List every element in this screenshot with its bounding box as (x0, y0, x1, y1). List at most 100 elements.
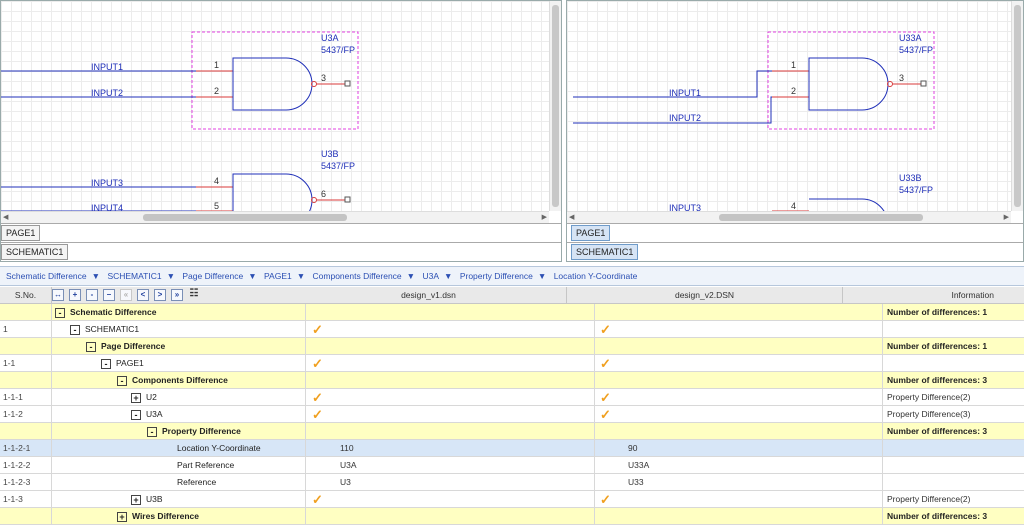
pin-number-4: 4 (791, 201, 796, 211)
value-v1 (340, 508, 580, 524)
breadcrumb-item[interactable]: PAGE1 (264, 271, 292, 281)
column-divider (51, 389, 52, 405)
expand-icon[interactable]: + (131, 393, 141, 403)
tab-schematic1[interactable]: SCHEMATIC1 (1, 244, 69, 260)
header-design-v1[interactable]: design_v1.dsn (291, 287, 567, 304)
next-difference-button[interactable]: > (154, 289, 166, 301)
value-v1 (340, 304, 580, 320)
right-schematic-canvas[interactable]: U33A 5437/FP INPUT1 INPUT2 INPUT3 1 2 3 … (567, 1, 1023, 211)
match-check-icon: ✓ (312, 407, 323, 422)
row-sno (3, 338, 51, 354)
table-row[interactable]: 1-1-1 + U2 ✓ ✓ Property Difference(2) (0, 389, 1024, 406)
row-sno: 1-1-1 (3, 392, 23, 402)
collapse-icon[interactable]: - (117, 376, 127, 386)
column-divider (51, 423, 52, 439)
column-divider (882, 406, 883, 422)
match-check-icon: ✓ (600, 492, 611, 507)
collapse-icon[interactable]: - (147, 427, 157, 437)
breadcrumb-item[interactable]: SCHEMATIC1 (107, 271, 161, 281)
and-gate-u3b-icon (232, 173, 313, 211)
collapse-icon[interactable]: - (70, 325, 80, 335)
header-sno[interactable]: S.No. (0, 287, 52, 304)
collapse-icon[interactable]: - (86, 342, 96, 352)
left-horizontal-scrollbar[interactable]: ◀ ▶ (1, 211, 549, 223)
right-vertical-scrollbar[interactable] (1011, 1, 1023, 211)
collapse-button[interactable]: - (86, 289, 98, 301)
table-row[interactable]: 1-1-2-2 Part Reference U3A U33A (0, 457, 1024, 474)
column-divider (594, 508, 595, 524)
row-name-cell: - Components Difference (117, 372, 228, 388)
right-schematic-tab-row: SCHEMATIC1 (567, 242, 1023, 261)
column-divider (51, 372, 52, 388)
column-divider (305, 406, 306, 422)
match-check-icon: ✓ (312, 322, 323, 337)
filter-icon[interactable]: ☷ (188, 289, 200, 301)
row-name-cell: - PAGE1 (101, 355, 144, 371)
table-row[interactable]: 1-1 - PAGE1 ✓ ✓ (0, 355, 1024, 372)
table-row[interactable]: 1-1-2-3 Reference U3 U33 (0, 474, 1024, 491)
last-difference-button[interactable]: » (171, 289, 183, 301)
scroll-thumb[interactable] (552, 5, 559, 207)
row-information (887, 457, 1024, 473)
breadcrumb-item[interactable]: Property Difference (460, 271, 533, 281)
pin-number-5: 5 (214, 201, 219, 211)
row-sno (3, 423, 51, 439)
first-difference-button[interactable]: « (120, 289, 132, 301)
group-row[interactable]: + Wires Difference Number of differences: … (0, 508, 1024, 525)
scroll-thumb[interactable] (719, 214, 923, 221)
column-divider (51, 508, 52, 524)
header-design-v2[interactable]: design_v2.DSN (567, 287, 843, 304)
column-divider (305, 508, 306, 524)
expand-button[interactable]: + (69, 289, 81, 301)
net-label-input3: INPUT3 (91, 178, 123, 188)
pin-number-2: 2 (214, 86, 219, 96)
expand-icon[interactable]: + (117, 512, 127, 522)
collapse-icon[interactable]: - (131, 410, 141, 420)
group-row[interactable]: - Property Difference Number of difference… (0, 423, 1024, 440)
column-divider (594, 440, 595, 456)
right-horizontal-scrollbar[interactable]: ◀ ▶ (567, 211, 1011, 223)
table-row[interactable]: 1-1-3 + U3B ✓ ✓ Property Difference(2) (0, 491, 1024, 508)
pin-terminal-3 (920, 80, 927, 87)
column-divider (305, 423, 306, 439)
collapse-icon[interactable]: - (101, 359, 111, 369)
breadcrumb-item[interactable]: Location Y-Coordinate (554, 271, 638, 281)
net-label-input1: INPUT1 (91, 62, 123, 72)
table-row[interactable]: 1-1-2 - U3A ✓ ✓ Property Difference(3) (0, 406, 1024, 423)
expand-all-button[interactable]: ↔ (52, 289, 64, 301)
row-information (887, 440, 1024, 456)
group-row[interactable]: - Components Difference Number of differen… (0, 372, 1024, 389)
scroll-thumb[interactable] (1014, 5, 1021, 207)
breadcrumb-item[interactable]: Page Difference (182, 271, 243, 281)
u3b-part-label: 5437/FP (321, 161, 355, 171)
right-schematic-pane: U33A 5437/FP INPUT1 INPUT2 INPUT3 1 2 3 … (566, 0, 1024, 262)
row-information: Property Difference(3) (887, 409, 971, 419)
left-schematic-canvas[interactable]: U3A 5437/FP INPUT1 INPUT2 1 2 3 U3B 5437… (1, 1, 561, 211)
previous-difference-button[interactable]: < (137, 289, 149, 301)
tab-schematic1[interactable]: SCHEMATIC1 (571, 244, 639, 260)
expand-icon[interactable]: + (131, 495, 141, 505)
net-label-input2: INPUT2 (91, 88, 123, 98)
left-page-tab-row: PAGE1 (1, 223, 561, 242)
u3b-ref-label: U3B (321, 149, 339, 159)
tab-page1[interactable]: PAGE1 (1, 225, 41, 241)
tab-page1[interactable]: PAGE1 (571, 225, 611, 241)
column-divider (305, 389, 306, 405)
breadcrumb-item[interactable]: Components Difference (313, 271, 402, 281)
group-row[interactable]: - Schematic Difference Number of differenc… (0, 304, 1024, 321)
collapse-all-button[interactable]: – (103, 289, 115, 301)
table-row[interactable]: 1 - SCHEMATIC1 ✓ ✓ (0, 321, 1024, 338)
breadcrumb-item[interactable]: Schematic Difference (6, 271, 87, 281)
breadcrumb-item[interactable]: U3A (422, 271, 439, 281)
scroll-thumb[interactable] (143, 214, 347, 221)
collapse-icon[interactable]: - (55, 308, 65, 318)
group-row[interactable]: - Page Difference Number of differences: 1 (0, 338, 1024, 355)
column-divider (882, 474, 883, 490)
table-row[interactable]: 1-1-2-1 Location Y-Coordinate 110 90 (0, 440, 1024, 457)
left-vertical-scrollbar[interactable] (549, 1, 561, 211)
row-name: U2 (146, 392, 157, 402)
row-name: SCHEMATIC1 (85, 324, 140, 334)
pin-number-3: 3 (899, 73, 904, 83)
match-check-icon: ✓ (600, 356, 611, 371)
header-information[interactable]: Information (843, 287, 1024, 304)
